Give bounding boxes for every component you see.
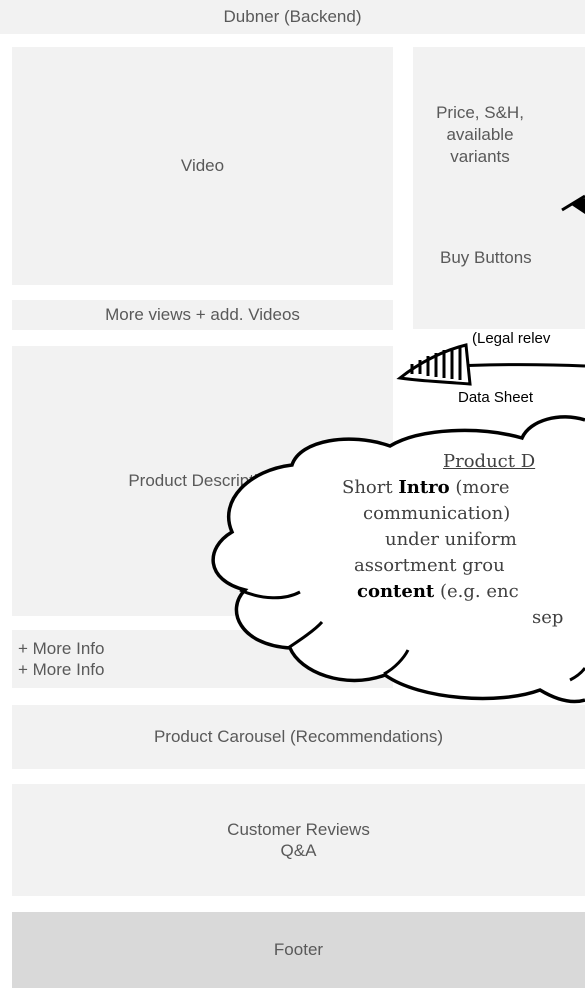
cloud-line-2-bold: Intro bbox=[398, 477, 450, 498]
cloud-line-3: communication) bbox=[363, 503, 511, 524]
cloud-line-5: assortment grou bbox=[354, 555, 505, 576]
arrow-hatching bbox=[410, 346, 462, 380]
cloud-line-4: under uniform bbox=[385, 529, 517, 550]
page-header-box: Dubner (Backend) bbox=[0, 0, 585, 34]
video-box: Video bbox=[12, 47, 393, 285]
purchase-panel bbox=[413, 47, 585, 329]
customer-reviews-box: Customer Reviews Q&A bbox=[12, 784, 585, 896]
price-block: Price, S&H, available variants bbox=[435, 102, 525, 168]
price-line-1: Price, S&H, bbox=[436, 103, 524, 122]
arrow-shaft bbox=[441, 363, 585, 369]
price-line-3: variants bbox=[450, 147, 510, 167]
product-description-box: Product Description bbox=[12, 346, 393, 616]
more-info-line-2: + More Info bbox=[18, 660, 105, 679]
video-label: Video bbox=[180, 156, 225, 176]
product-description-label: Product Description bbox=[128, 471, 277, 491]
cloud-line-2: Short Intro (more bbox=[342, 477, 510, 498]
legal-annotation: (Legal relev bbox=[472, 330, 551, 347]
price-line-2: available bbox=[446, 125, 514, 145]
cloud-line-1: Product D bbox=[443, 451, 536, 472]
page-header-label: Dubner (Backend) bbox=[223, 7, 362, 27]
footer-label: Footer bbox=[273, 940, 324, 960]
customer-reviews-line-1: Customer Reviews bbox=[227, 819, 370, 839]
customer-reviews-line-2: Q&A bbox=[280, 841, 317, 860]
cloud-line-2-post: (more bbox=[449, 477, 510, 498]
more-views-box: More views + add. Videos bbox=[12, 300, 393, 330]
more-views-label: More views + add. Videos bbox=[105, 305, 300, 325]
cloud-line-6: content (e.g. enc bbox=[357, 581, 519, 602]
more-info-box: + More Info + More Info bbox=[12, 630, 393, 688]
data-sheet-annotation: Data Sheet bbox=[458, 389, 534, 406]
product-carousel-box: Product Carousel (Recommendations) bbox=[12, 705, 585, 769]
cloud-line-7: sep bbox=[532, 607, 564, 628]
cloud-line-6-post: (e.g. enc bbox=[434, 581, 519, 602]
cloud-line-2-pre: Short bbox=[342, 477, 399, 498]
footer-box: Footer bbox=[12, 912, 585, 988]
more-info-line-1: + More Info bbox=[18, 638, 105, 658]
cloud-line-6-bold: content bbox=[357, 581, 435, 602]
buy-buttons-label: Buy Buttons bbox=[440, 248, 532, 267]
arrow-head-icon bbox=[396, 343, 472, 386]
product-carousel-label: Product Carousel (Recommendations) bbox=[153, 727, 444, 747]
